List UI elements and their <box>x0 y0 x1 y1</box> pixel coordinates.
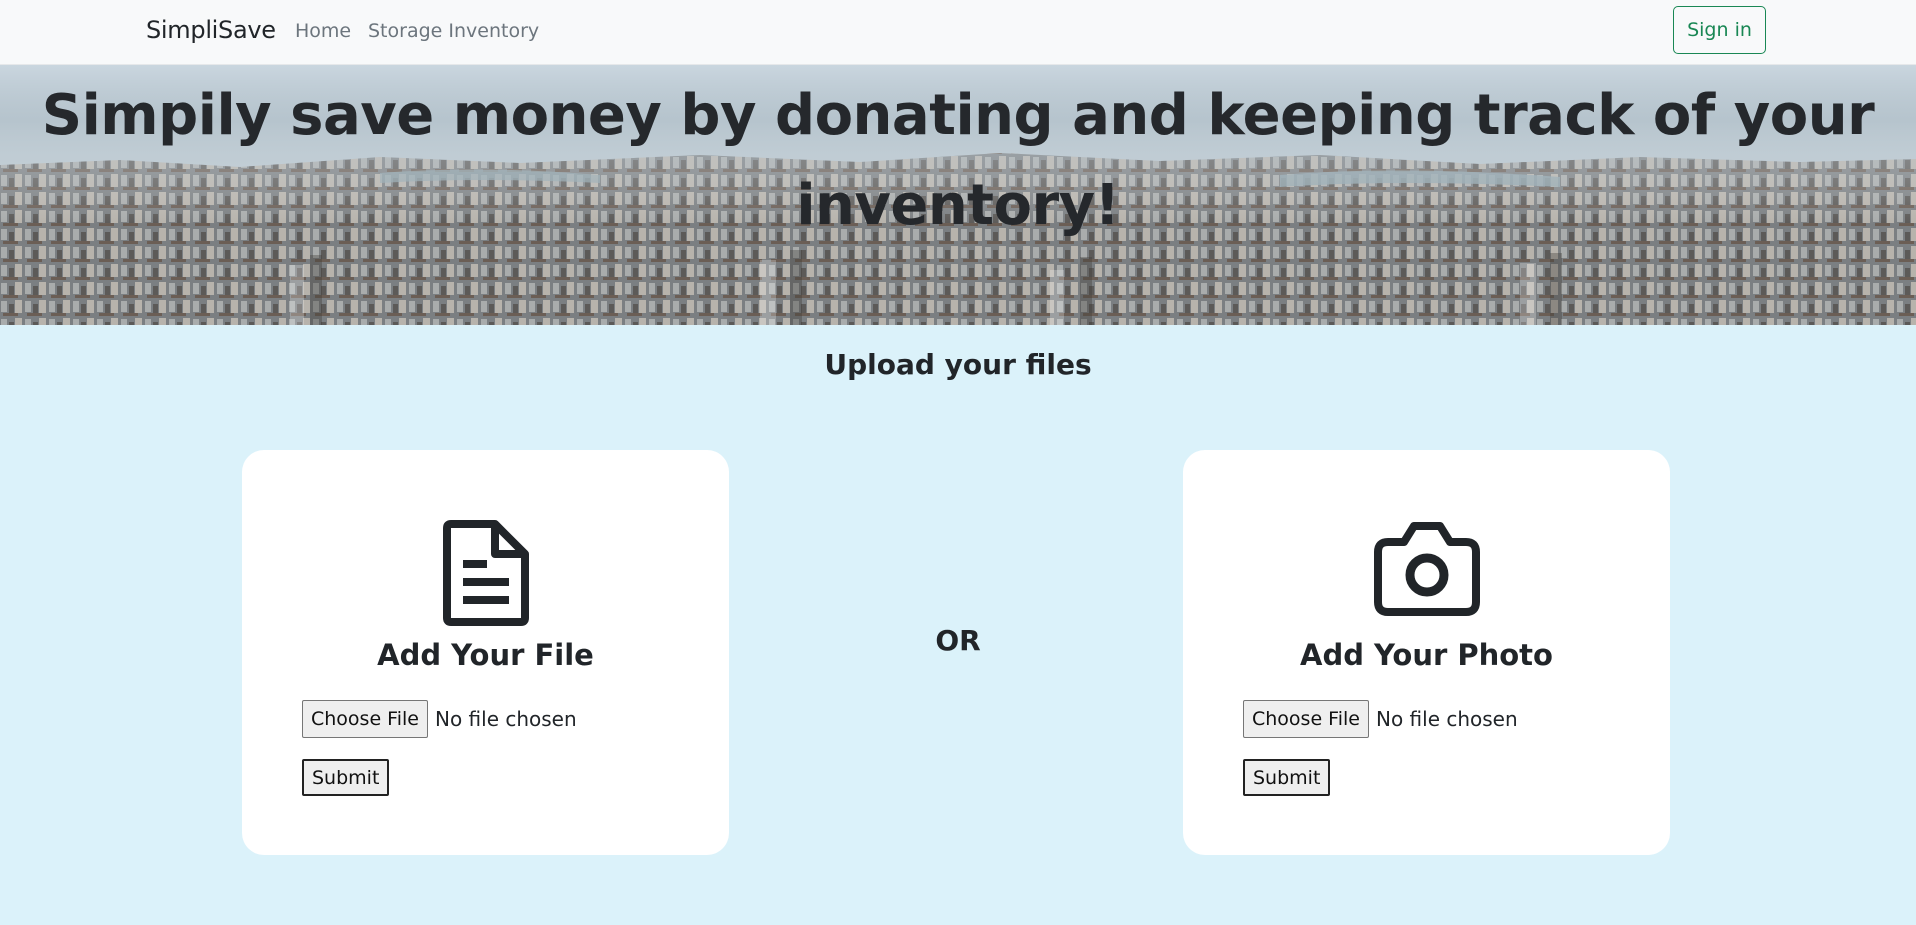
file-input[interactable]: Choose File No file chosen <box>302 700 577 738</box>
camera-icon <box>1183 520 1670 620</box>
navbar: SimpliSave Home Storage Inventory Sign i… <box>0 0 1916 65</box>
photo-submit-button[interactable]: Submit <box>1243 759 1331 796</box>
add-photo-card: Add Your Photo Choose File No file chose… <box>1183 450 1670 855</box>
file-status-text: No file chosen <box>434 707 577 731</box>
choose-photo-button[interactable]: Choose File <box>1243 700 1369 738</box>
upload-heading: Upload your files <box>824 348 1092 381</box>
choose-file-button[interactable]: Choose File <box>302 700 428 738</box>
brand-link[interactable]: SimpliSave <box>146 16 276 44</box>
file-text-icon <box>242 520 729 630</box>
sign-in-button[interactable]: Sign in <box>1673 6 1766 54</box>
file-submit-button[interactable]: Submit <box>302 759 390 796</box>
hero-banner: Simpily save money by donating and keepi… <box>0 65 1916 325</box>
add-photo-title: Add Your Photo <box>1300 638 1553 672</box>
nav-link-storage-inventory[interactable]: Storage Inventory <box>368 20 539 42</box>
nav-link-home[interactable]: Home <box>295 20 351 42</box>
photo-input[interactable]: Choose File No file chosen <box>1243 700 1518 738</box>
photo-status-text: No file chosen <box>1375 707 1518 731</box>
hero-title: Simpily save money by donating and keepi… <box>41 83 1875 238</box>
